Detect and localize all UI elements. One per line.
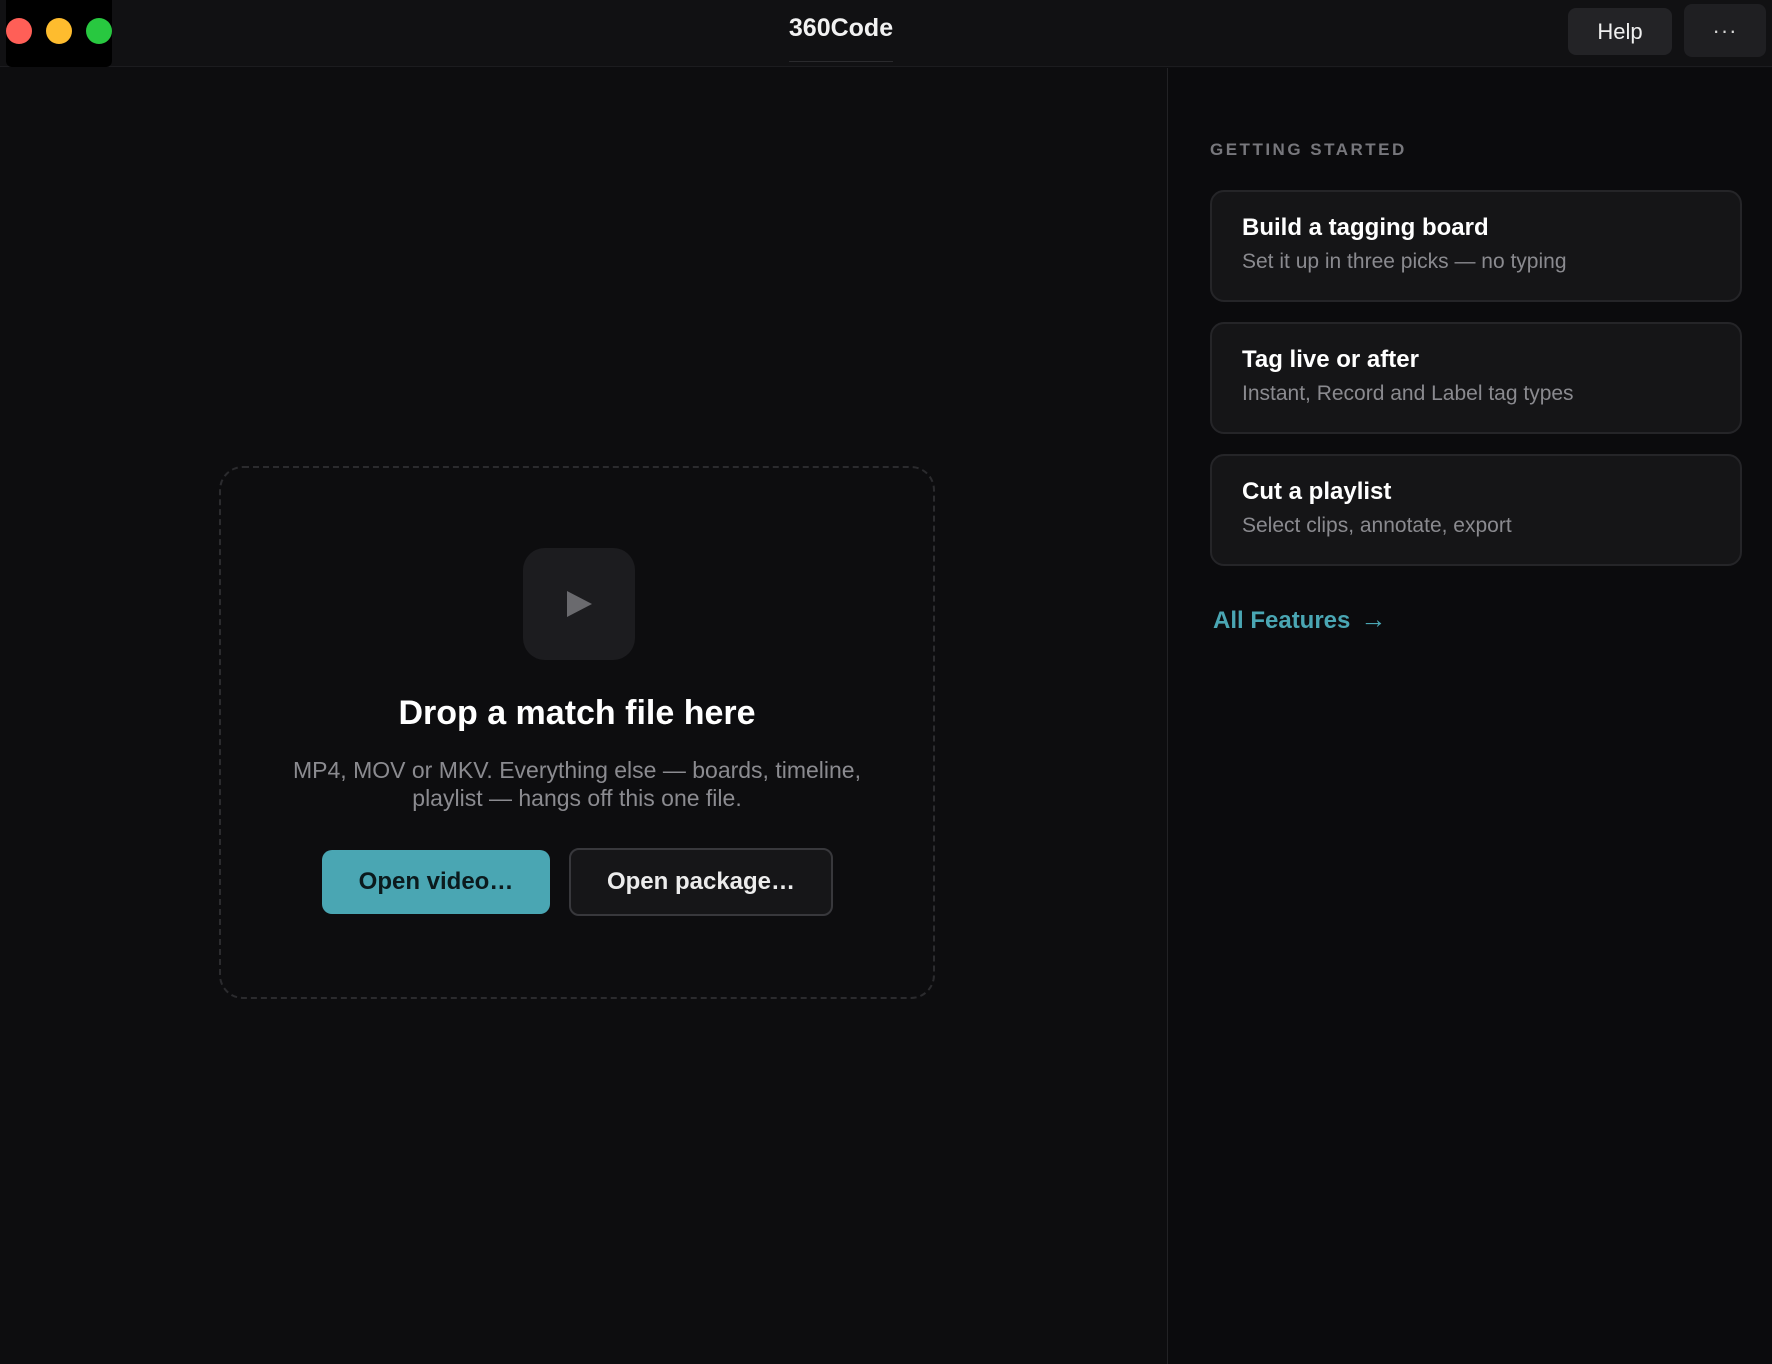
section-label: GETTING STARTED [1210, 140, 1407, 159]
help-button[interactable]: Help [1568, 8, 1672, 55]
more-options-button[interactable]: ··· [1684, 4, 1766, 57]
all-features-label: All Features [1213, 607, 1351, 634]
card-subtitle: Set it up in three picks — no typing [1242, 250, 1567, 273]
main-panel: Drop a match file here MP4, MOV or MKV. … [0, 68, 1167, 1364]
card-subtitle: Select clips, annotate, export [1242, 514, 1512, 537]
arrow-right-icon: → [1360, 604, 1387, 634]
play-icon-tile [523, 548, 635, 660]
drop-title: Drop a match file here [398, 694, 756, 732]
getting-started-sidebar: GETTING STARTED Build a tagging board Se… [1168, 68, 1772, 1364]
app-title: 360Code [0, 14, 1682, 62]
card-title: Cut a playlist [1242, 478, 1392, 505]
app-title-text: 360Code [788, 14, 894, 62]
card-title: Build a tagging board [1242, 214, 1489, 241]
card-subtitle: Instant, Record and Label tag types [1242, 382, 1574, 405]
drop-subtitle: MP4, MOV or MKV. Everything else — board… [293, 757, 861, 811]
open-package-button[interactable]: Open package… [569, 848, 833, 916]
card-tag-live-or-after[interactable]: Tag live or after Instant, Record and La… [1210, 322, 1742, 434]
drop-zone[interactable]: Drop a match file here MP4, MOV or MKV. … [219, 466, 935, 999]
title-bar: 360Code Help ··· [0, 0, 1772, 67]
open-video-button[interactable]: Open video… [322, 850, 550, 914]
all-features-link[interactable]: All Features → [1213, 604, 1386, 635]
card-cut-a-playlist[interactable]: Cut a playlist Select clips, annotate, e… [1210, 454, 1742, 566]
card-title: Tag live or after [1242, 346, 1419, 373]
play-icon [567, 591, 592, 617]
card-build-tagging-board[interactable]: Build a tagging board Set it up in three… [1210, 190, 1742, 302]
